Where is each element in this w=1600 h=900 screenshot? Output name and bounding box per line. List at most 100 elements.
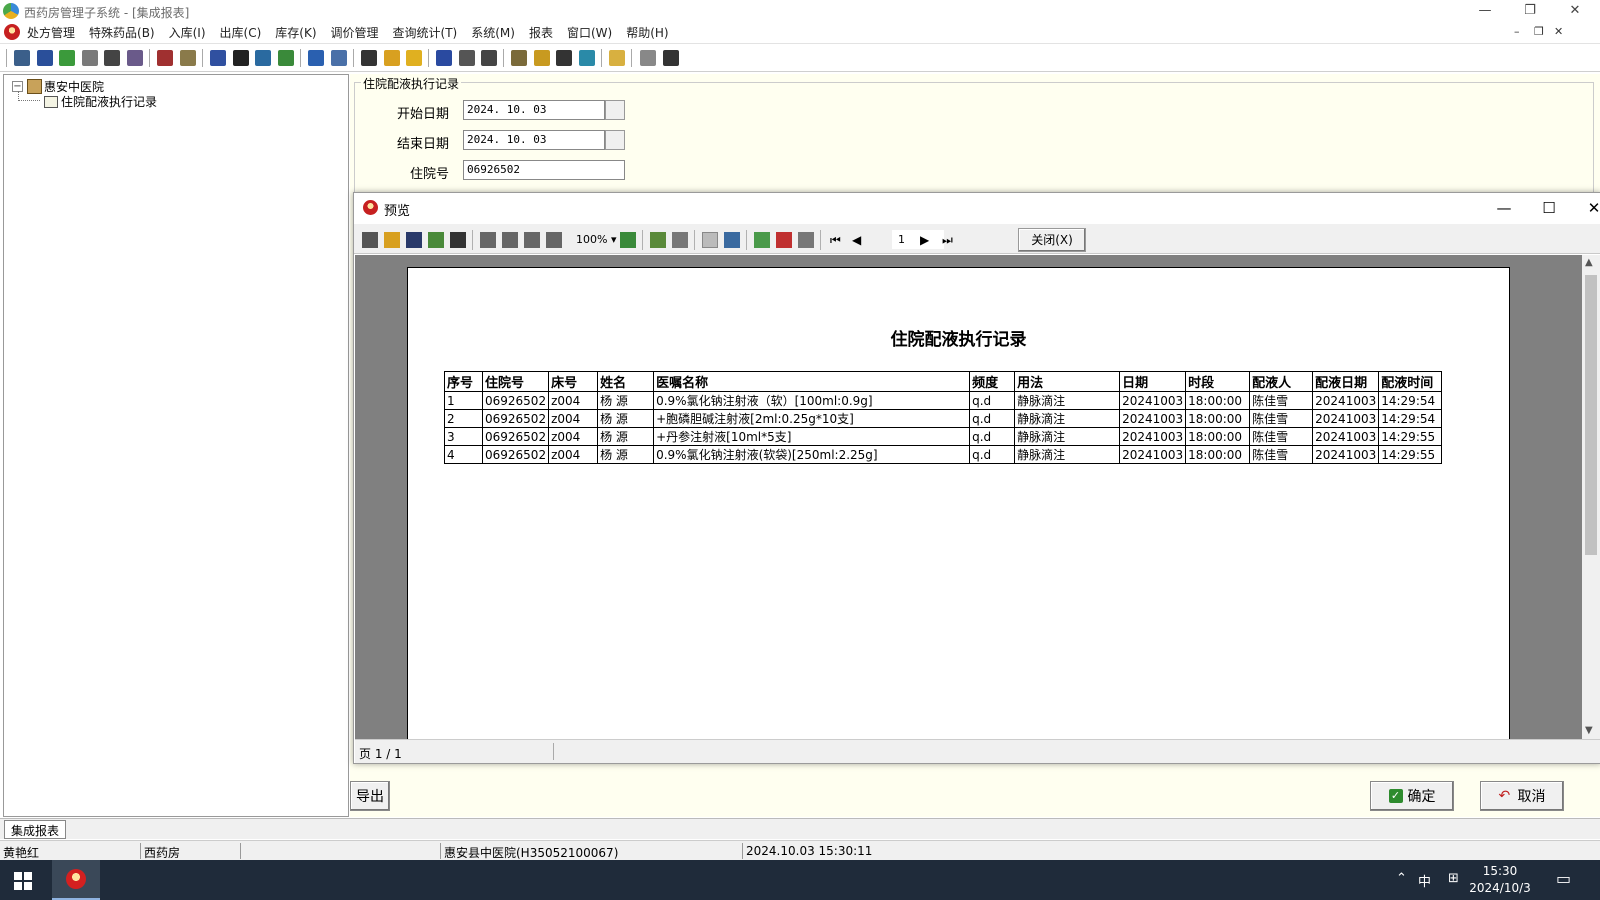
checkmark-icon[interactable] — [233, 50, 249, 66]
edit-page-icon[interactable] — [650, 232, 666, 248]
window-icon[interactable] — [331, 50, 347, 66]
approve-icon[interactable] — [278, 50, 294, 66]
copy-icon[interactable] — [82, 50, 98, 66]
mdi-close-button[interactable]: ✕ — [1554, 25, 1563, 38]
preview-minimize-button[interactable]: — — [1484, 196, 1524, 220]
mdi-document-icon[interactable] — [4, 24, 20, 40]
jar-icon[interactable] — [436, 50, 452, 66]
multi-page-icon[interactable] — [546, 232, 562, 248]
bottle-icon[interactable] — [37, 50, 53, 66]
open-icon[interactable] — [384, 232, 400, 248]
taskbar-app-button[interactable] — [52, 860, 100, 900]
binoculars-icon[interactable] — [104, 50, 120, 66]
ime-indicator[interactable]: 中 — [1418, 871, 1431, 890]
zoom-icon[interactable] — [663, 50, 679, 66]
save-copy-icon[interactable] — [255, 50, 271, 66]
menu-stock-out[interactable]: 出库(C) — [220, 24, 262, 41]
menu-prescription[interactable]: 处方管理 — [27, 24, 75, 41]
notification-icon[interactable]: ▭ — [1556, 869, 1571, 888]
preview-maximize-button[interactable]: ☐ — [1529, 196, 1569, 220]
bell-icon[interactable] — [384, 50, 400, 66]
one-page-icon[interactable] — [480, 232, 496, 248]
tree-node-report[interactable]: 住院配液执行记录 — [44, 93, 157, 110]
cell: 静脉滴注 — [1014, 409, 1121, 428]
inpatient-no-input[interactable]: 06926502 — [463, 160, 625, 180]
end-date-dropdown[interactable] — [605, 130, 625, 150]
hand-icon[interactable] — [609, 50, 625, 66]
menu-price-adjust[interactable]: 调价管理 — [331, 24, 379, 41]
cube-icon[interactable] — [640, 50, 656, 66]
toolbar-separator — [6, 49, 7, 67]
app-taskbar-icon — [66, 869, 86, 889]
book-icon[interactable] — [157, 50, 173, 66]
tree-view-icon[interactable] — [672, 232, 688, 248]
minimize-button[interactable]: — — [1462, 0, 1508, 22]
last-page-icon[interactable]: ⏭ — [942, 232, 958, 248]
prescription-icon[interactable] — [14, 50, 30, 66]
menu-stock-in[interactable]: 入库(I) — [169, 24, 206, 41]
start-date-input[interactable]: 2024. 10. 03 — [463, 100, 605, 120]
money-icon[interactable] — [511, 50, 527, 66]
ok-button[interactable]: ✓ 确定 — [1370, 781, 1454, 811]
save-icon[interactable] — [406, 232, 422, 248]
col-header: 用法 — [1014, 371, 1121, 392]
menu-report[interactable]: 报表 — [529, 24, 553, 41]
transfer-icon[interactable] — [481, 50, 497, 66]
restore-button[interactable]: ❐ — [1507, 0, 1553, 22]
close-window-button[interactable]: ✕ — [1552, 0, 1598, 22]
excel-icon[interactable] — [579, 50, 595, 66]
delete-page-icon[interactable] — [776, 232, 792, 248]
cancel-button[interactable]: ↶ 取消 — [1480, 781, 1564, 811]
document-icon[interactable] — [210, 50, 226, 66]
two-pages-icon[interactable] — [524, 232, 540, 248]
export-button[interactable]: 导出 — [350, 781, 390, 811]
start-date-dropdown[interactable] — [605, 100, 625, 120]
pills-icon[interactable] — [127, 50, 143, 66]
vertical-scrollbar[interactable]: ▲ ▼ — [1582, 255, 1600, 739]
tray-chevron-icon[interactable]: ⌃ — [1396, 871, 1407, 886]
zoom-select[interactable]: 100% ▾ — [576, 233, 616, 246]
mdi-minimize-button[interactable]: – — [1514, 25, 1520, 38]
menu-system[interactable]: 系统(M) — [471, 24, 515, 41]
scroll-down-icon[interactable]: ▼ — [1585, 725, 1593, 736]
menu-inventory[interactable]: 库存(K) — [275, 24, 316, 41]
cell: 20241003 — [1119, 445, 1187, 464]
page-number-input[interactable]: 1 — [892, 230, 944, 249]
end-date-input[interactable]: 2024. 10. 03 — [463, 130, 605, 150]
new-page-icon[interactable] — [754, 232, 770, 248]
hand-tool-icon[interactable] — [702, 232, 718, 248]
scroll-up-icon[interactable]: ▲ — [1585, 257, 1593, 268]
truck-icon[interactable] — [459, 50, 475, 66]
outline-icon[interactable] — [620, 232, 636, 248]
scroll-thumb[interactable] — [1585, 275, 1597, 555]
windows-taskbar: ⌃ 中 ⊞ 15:30 2024/10/3 ▭ — [0, 860, 1600, 900]
find-icon[interactable] — [450, 232, 466, 248]
preview-close-button[interactable]: 关闭(X) — [1018, 228, 1086, 252]
preview-canvas[interactable]: 住院配液执行记录 序号 住院号 床号 姓名 医嘱名称 频度 用法 日期 时段 配… — [355, 255, 1582, 739]
page-width-icon[interactable] — [502, 232, 518, 248]
menu-query-stats[interactable]: 查询统计(T) — [393, 24, 458, 41]
next-page-icon[interactable]: ▶ — [920, 232, 936, 248]
zoom-in-icon[interactable] — [724, 232, 740, 248]
prev-page-icon[interactable]: ◀ — [852, 232, 868, 248]
edit-list-icon[interactable] — [308, 50, 324, 66]
export-icon[interactable] — [428, 232, 444, 248]
preview-close-x-button[interactable]: ✕ — [1574, 196, 1600, 220]
taskbar-clock[interactable]: 15:30 2024/10/3 — [1460, 863, 1540, 897]
mdi-restore-button[interactable]: ❐ — [1534, 25, 1544, 38]
menu-window[interactable]: 窗口(W) — [567, 24, 612, 41]
grid-icon[interactable] — [361, 50, 377, 66]
thermometer-icon[interactable] — [534, 50, 550, 66]
edit-icon[interactable] — [798, 232, 814, 248]
report-icon[interactable] — [406, 50, 422, 66]
card-icon[interactable] — [180, 50, 196, 66]
tab-integrated-report[interactable]: 集成报表 — [4, 820, 67, 839]
print-icon[interactable] — [362, 232, 378, 248]
menu-help[interactable]: 帮助(H) — [626, 24, 668, 41]
first-page-icon[interactable]: ⏮ — [830, 232, 846, 248]
check-icon[interactable] — [59, 50, 75, 66]
windows-start-icon[interactable] — [14, 872, 32, 890]
keyboard-grid-icon[interactable]: ⊞ — [1448, 871, 1459, 886]
search-icon[interactable] — [556, 50, 572, 66]
menu-special-drugs[interactable]: 特殊药品(B) — [89, 24, 155, 41]
